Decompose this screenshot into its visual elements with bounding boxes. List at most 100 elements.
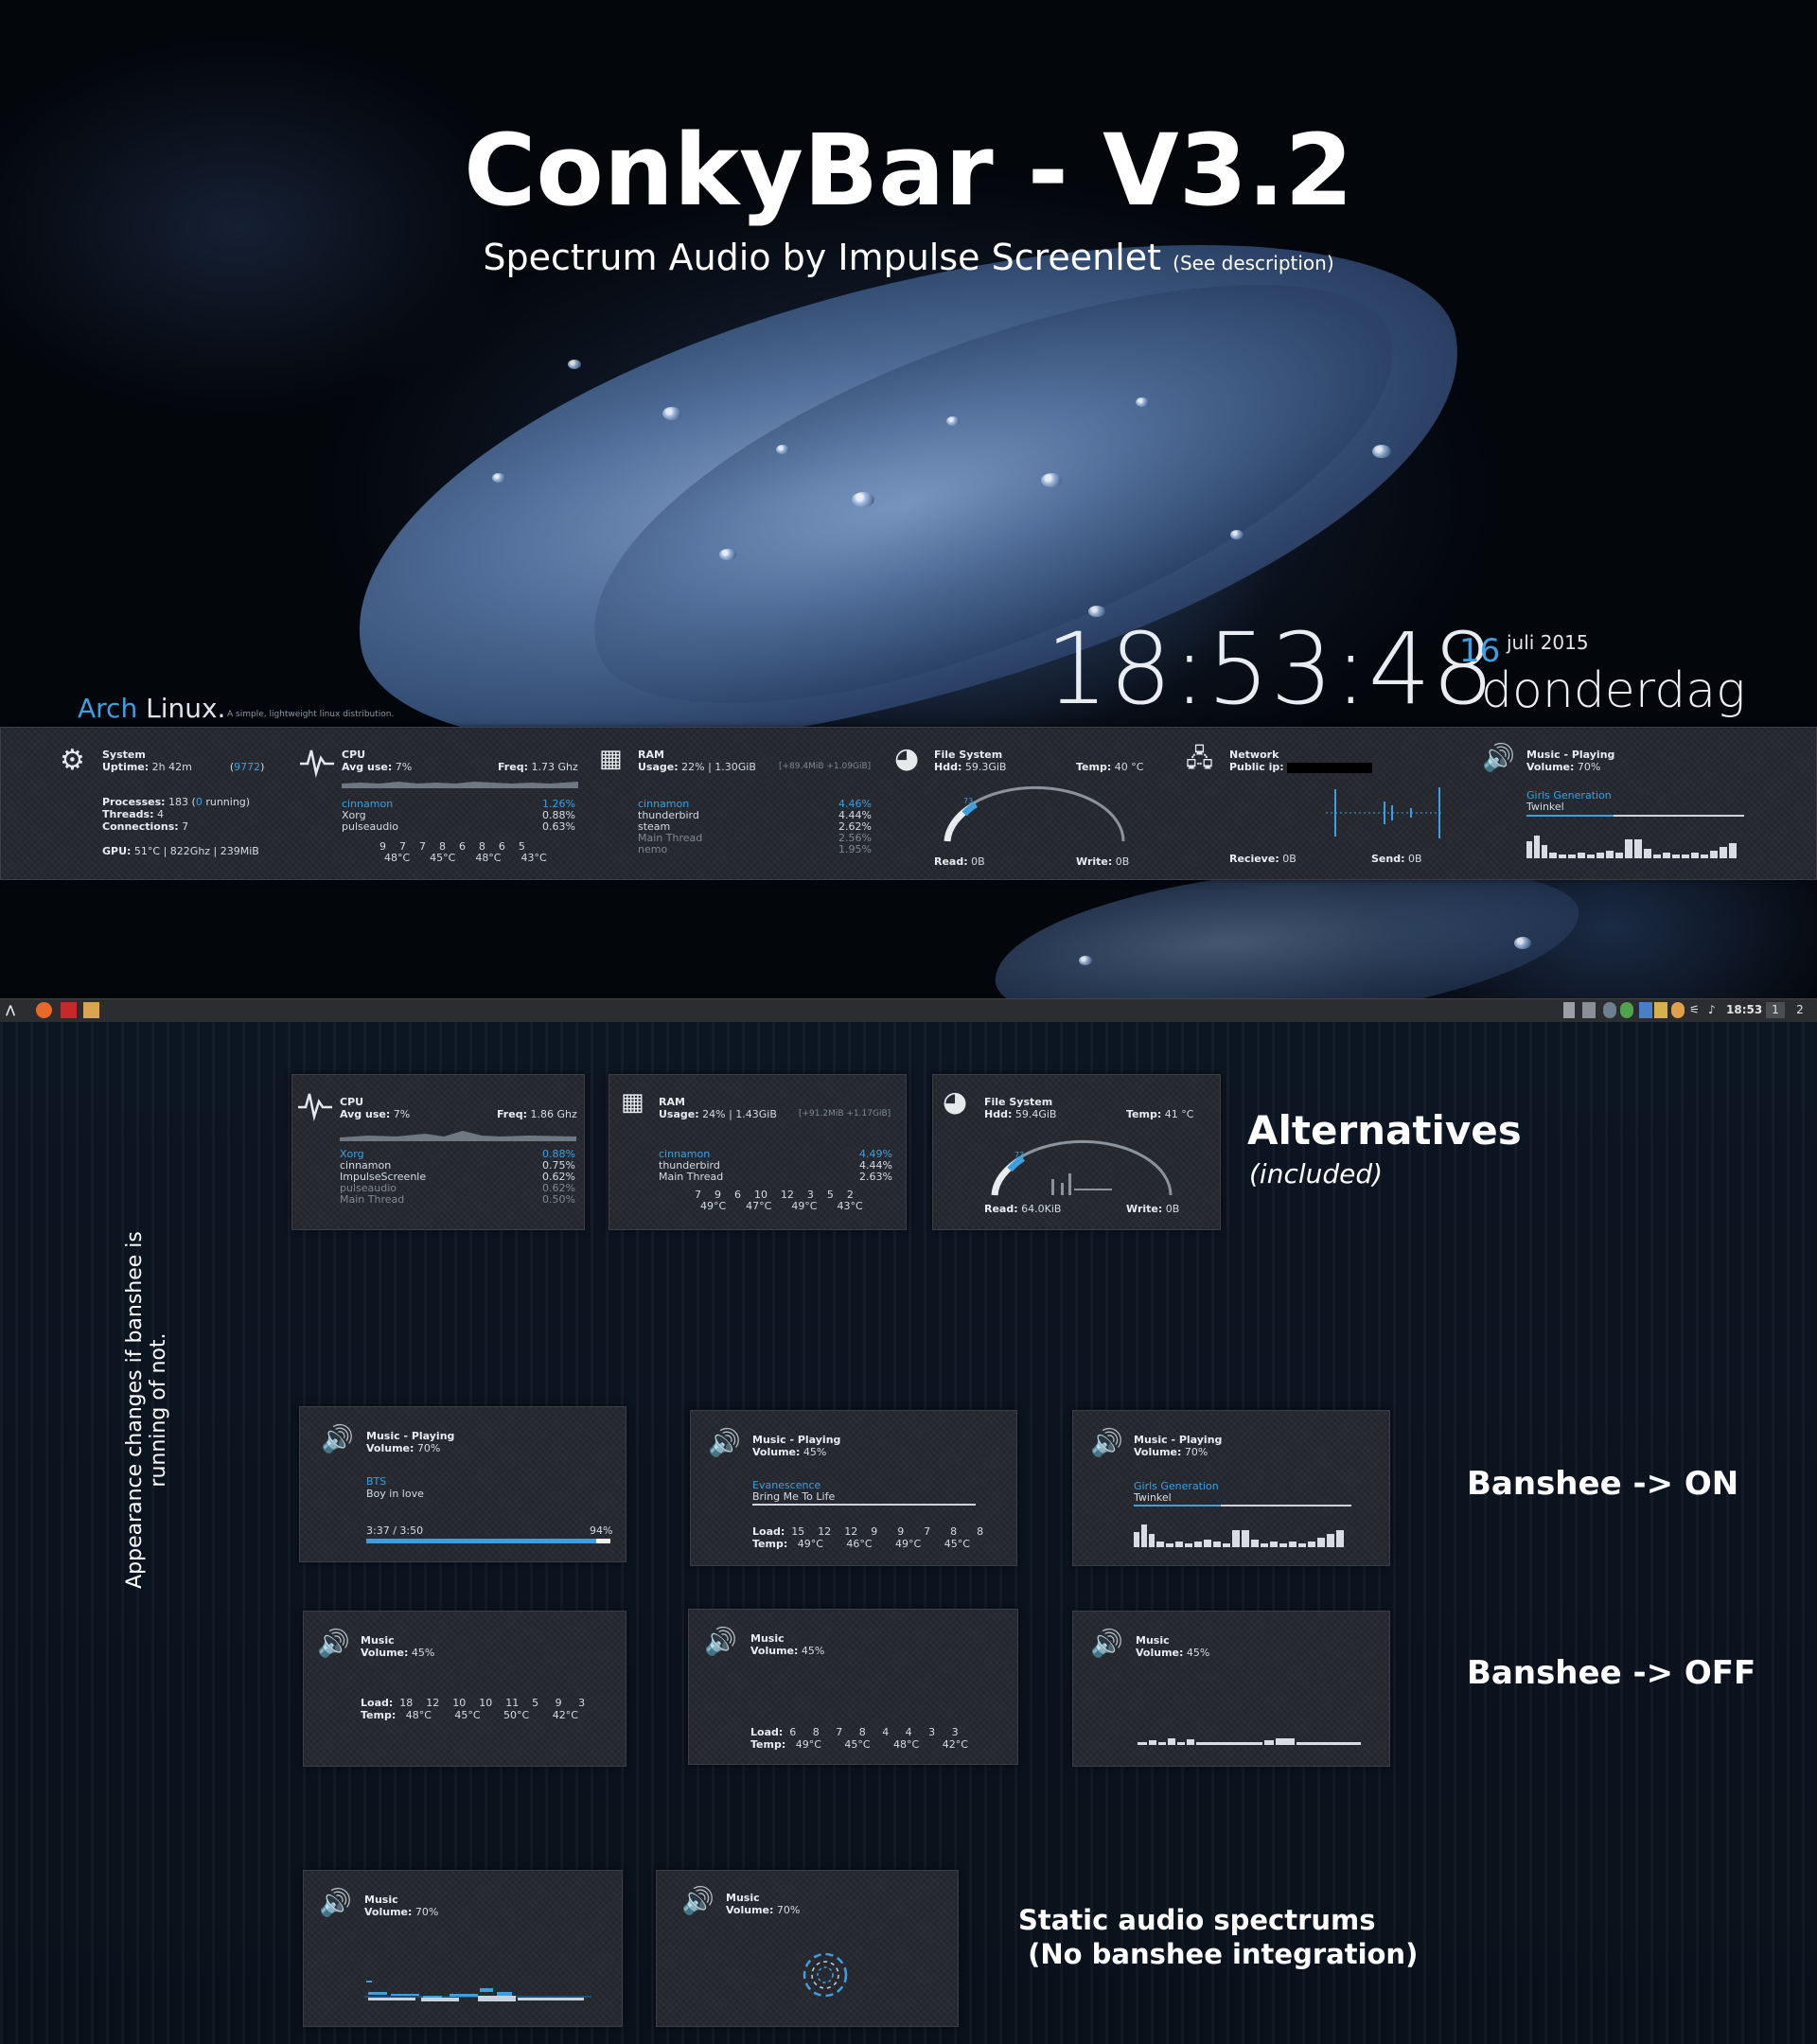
- pulse-icon: [300, 747, 334, 781]
- speaker-icon: 🔊: [681, 1885, 714, 1916]
- alt-cpu-proc-value: 0.50%: [542, 1193, 575, 1206]
- music-track: Boy in love: [366, 1488, 424, 1500]
- pulse-icon-graphic: [298, 1093, 332, 1121]
- alt-cpu-avg: Avg use: 7%: [340, 1108, 411, 1120]
- music-volume: Volume: 45%: [1136, 1647, 1210, 1659]
- ram-usage: Usage: 22% | 1.30GiB: [638, 761, 756, 773]
- volume-tray-icon[interactable]: ♪: [1708, 1002, 1716, 1018]
- cpu-core-temps: 48°C 45°C 48°C 43°C: [384, 852, 547, 864]
- taskbar: ⋀ ⚟ ♪ 18:53 1 2: [0, 998, 1817, 1023]
- pulse-icon: [298, 1090, 332, 1124]
- ip-redacted: [1287, 762, 1373, 773]
- ram-delta: [+89.4MiB +1.09GiB]: [779, 762, 872, 771]
- subtitle-text: Spectrum Audio by Impulse Screenlet: [483, 237, 1162, 278]
- water-drop: [1136, 397, 1149, 407]
- workspace-2[interactable]: 2: [1791, 1002, 1809, 1018]
- music-track: Twinkel: [1134, 1491, 1172, 1504]
- arch-logo: Arch Linux.: [78, 693, 225, 724]
- core-loads: Load: 15 12 12 9 9 7 8 8: [752, 1525, 984, 1538]
- cpu-freq: Freq: 1.73 Ghz: [498, 761, 578, 773]
- music-volume: Volume: 70%: [726, 1904, 801, 1916]
- core-temps: Temp: 48°C 45°C 50°C 42°C: [361, 1709, 578, 1721]
- speaker-icon: 🔊: [319, 1887, 352, 1918]
- alternatives-note: (included): [1249, 1158, 1384, 1189]
- speaker-icon: 🔊: [1482, 742, 1515, 773]
- fs-usage-gauge: [944, 785, 1125, 842]
- folder-icon[interactable]: [83, 1002, 99, 1018]
- banshee-off-widget-1: 🔊 Music Volume: 45% Load: 18 12 10 10 11…: [303, 1611, 626, 1767]
- alt-fs-title: File System: [984, 1096, 1053, 1108]
- banshee-off-widget-3: 🔊 Music Volume: 45%: [1072, 1611, 1390, 1767]
- water-drop: [1372, 445, 1391, 458]
- banshee-on-label: Banshee -> ON: [1467, 1465, 1739, 1503]
- core-temps: Temp: 49°C 46°C 49°C 45°C: [752, 1538, 970, 1550]
- network-recv: Recieve: 0B: [1229, 853, 1297, 865]
- app-launcher-icon[interactable]: [61, 1002, 77, 1018]
- disk-pie-icon: ◕: [894, 742, 920, 775]
- music-progress-fill: [1526, 815, 1614, 817]
- clock-time: 18:53:48: [1046, 611, 1496, 727]
- music-volume: Volume: 70%: [366, 1442, 441, 1454]
- fs-title: File System: [934, 749, 1003, 761]
- water-drop: [1230, 530, 1244, 539]
- cpu-proc-value: 0.63%: [542, 820, 575, 833]
- ram-title: RAM: [638, 749, 664, 761]
- disk-pie-icon: ◕: [943, 1085, 968, 1119]
- fs-gauge-percent: 73: [963, 797, 974, 805]
- fs-write: Write: 0B: [1076, 855, 1130, 868]
- mail-tray-icon[interactable]: [1639, 1002, 1652, 1018]
- page-subtitle: Spectrum Audio by Impulse Screenlet (See…: [0, 237, 1817, 278]
- network-tray-icon[interactable]: ⚟: [1689, 1002, 1700, 1018]
- water-drop: [492, 473, 505, 483]
- alt-ram-proc-name: Main Thread: [659, 1171, 724, 1183]
- speaker-icon: 🔊: [704, 1626, 737, 1657]
- water-drop: [1079, 956, 1092, 965]
- water-drop: [719, 549, 736, 560]
- core-loads: Load: 18 12 10 10 11 5 9 3: [361, 1697, 586, 1709]
- alt-fs-usage-gauge: [991, 1139, 1173, 1196]
- taskbar-clock[interactable]: 18:53: [1726, 1002, 1762, 1018]
- alt-fs-temp: Temp: 41 °C: [1126, 1108, 1194, 1120]
- music-volume: Volume: 70%: [364, 1906, 439, 1918]
- alt-fs-gauge-percent: 73: [1014, 1151, 1025, 1159]
- alt-fs-write: Write: 0B: [1126, 1203, 1180, 1215]
- system-title: System: [102, 749, 146, 761]
- water-drop: [852, 492, 874, 507]
- system-threads: Threads: 4: [102, 808, 164, 820]
- ram-proc-name: nemo: [638, 843, 668, 855]
- pulse-icon-graphic: [300, 749, 334, 778]
- fs-hdd: Hdd: 59.3GiB: [934, 761, 1007, 773]
- system-gpu: GPU: 51°C | 822Ghz | 239MiB: [102, 845, 259, 857]
- fs-read: Read: 0B: [934, 855, 985, 868]
- alt-ram-delta: [+91.2MiB +1.17GiB]: [799, 1109, 891, 1119]
- update-tray-icon[interactable]: [1620, 1002, 1633, 1018]
- window-tray-icon[interactable]: [1582, 1002, 1596, 1018]
- notes-tray-icon[interactable]: [1654, 1002, 1667, 1018]
- water-drop: [568, 360, 581, 369]
- alt-ram-proc-value: 2.63%: [859, 1171, 892, 1183]
- trash-tray-icon[interactable]: [1563, 1002, 1575, 1018]
- alt-cpu-graph: [340, 1131, 576, 1141]
- water-drop: [1514, 937, 1531, 949]
- circular-audio-spectrum: [803, 1952, 848, 1998]
- banshee-on-widget-3: 🔊 Music - Playing Volume: 70% Girls Gene…: [1072, 1410, 1390, 1566]
- alternatives-heading: Alternatives: [1247, 1107, 1522, 1154]
- alt-ram-core-temps: 49°C 47°C 49°C 43°C: [700, 1200, 863, 1212]
- music-volume: Volume: 70%: [1526, 761, 1601, 773]
- speaker-icon: 🔊: [1090, 1628, 1123, 1659]
- arch-logo-word-1: Arch: [78, 693, 138, 724]
- weather-tray-icon[interactable]: [1671, 1002, 1685, 1018]
- water-drop: [1041, 473, 1062, 487]
- alt-fs-hdd: Hdd: 59.4GiB: [984, 1108, 1057, 1120]
- workspace-1[interactable]: 1: [1766, 1002, 1785, 1018]
- audio-spectrum: [1134, 1524, 1344, 1547]
- static-spectrum-widget-2: 🔊 Music Volume: 70%: [656, 1870, 959, 2027]
- cpu-graph: [342, 782, 578, 788]
- arch-menu-icon[interactable]: ⋀: [6, 1002, 15, 1018]
- steam-tray-icon[interactable]: [1603, 1002, 1616, 1018]
- gear-icon: ⚙: [60, 744, 85, 777]
- music-progress-track: [752, 1504, 976, 1506]
- firefox-icon[interactable]: [36, 1002, 52, 1018]
- date-weekday: donderdag: [1481, 662, 1746, 719]
- speaker-icon: 🔊: [317, 1628, 350, 1659]
